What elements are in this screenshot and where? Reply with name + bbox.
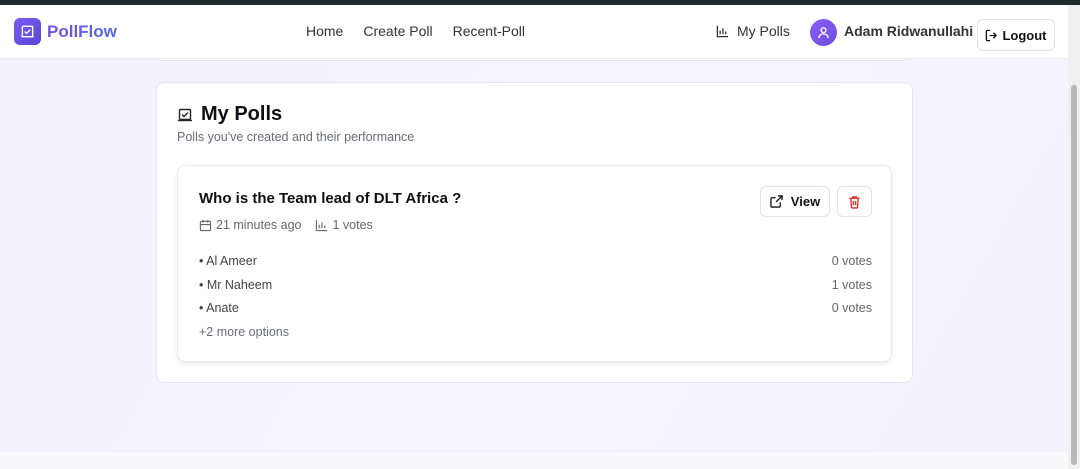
nav-links: Home Create Poll Recent-Poll — [306, 23, 545, 39]
poll-meta: 21 minutes ago 1 votes — [199, 218, 387, 232]
option-label: • Al Ameer — [199, 254, 257, 268]
poll-question: Who is the Team lead of DLT Africa ? — [199, 190, 462, 207]
navbar: PollFlow Home Create Poll Recent-Poll My… — [0, 5, 1068, 59]
section-subtitle: Polls you've created and their performan… — [177, 130, 415, 144]
poll-time-text: 21 minutes ago — [216, 218, 302, 232]
page: PollFlow Home Create Poll Recent-Poll My… — [0, 5, 1068, 469]
user-icon — [818, 27, 829, 39]
option-label: • Mr Naheem — [199, 277, 273, 292]
nav-my-polls[interactable]: My Polls — [716, 23, 790, 39]
poll-votes: 1 votes — [315, 218, 373, 232]
scrollbar-thumb[interactable] — [1071, 85, 1077, 465]
option-votes: 0 votes — [831, 301, 872, 315]
external-link-icon — [770, 195, 783, 208]
vote-box-icon — [14, 18, 41, 45]
logout-button[interactable]: Logout — [977, 19, 1055, 51]
list-item: • Anate 0 votes — [199, 301, 872, 325]
section-title-text: My Polls — [201, 103, 283, 125]
nav-link-recent-poll[interactable]: Recent-Poll — [453, 23, 525, 39]
logout-icon — [986, 29, 998, 41]
poll-options: • Al Ameer 0 votes • Mr Naheem 1 votes •… — [199, 254, 872, 325]
user-name: Adam Ridwanullahi — [844, 23, 974, 39]
list-item: • Mr Naheem 1 votes — [199, 278, 872, 302]
vote-box-icon — [178, 108, 192, 121]
avatar[interactable] — [810, 19, 837, 46]
logout-label: Logout — [1002, 27, 1047, 43]
poll-time: 21 minutes ago — [199, 218, 301, 232]
list-item: • Al Ameer 0 votes — [199, 254, 872, 278]
more-options[interactable]: +2 more options — [199, 325, 289, 339]
nav-my-polls-label: My Polls — [737, 23, 790, 39]
trash-icon — [849, 195, 860, 209]
view-button[interactable]: View — [760, 186, 830, 217]
nav-link-create-poll[interactable]: Create Poll — [363, 23, 432, 39]
my-polls-card: My Polls Polls you've created and their … — [156, 82, 913, 383]
delete-button[interactable] — [837, 186, 872, 217]
option-votes: 0 votes — [831, 254, 872, 268]
option-votes: 1 votes — [831, 277, 872, 292]
nav-link-home[interactable]: Home — [306, 23, 343, 39]
view-label: View — [790, 194, 821, 209]
calendar-icon — [199, 219, 212, 231]
bar-chart-icon — [316, 219, 328, 231]
option-label: • Anate — [199, 301, 239, 315]
poll-card: Who is the Team lead of DLT Africa ? 21 … — [177, 165, 892, 362]
footer-band — [0, 451, 1068, 469]
logo[interactable]: PollFlow — [14, 18, 117, 45]
logo-text: PollFlow — [47, 21, 117, 41]
poll-votes-text: 1 votes — [332, 218, 373, 232]
section-title: My Polls — [177, 103, 282, 126]
bar-chart-icon — [716, 25, 729, 37]
scrollbar[interactable] — [1068, 5, 1080, 469]
